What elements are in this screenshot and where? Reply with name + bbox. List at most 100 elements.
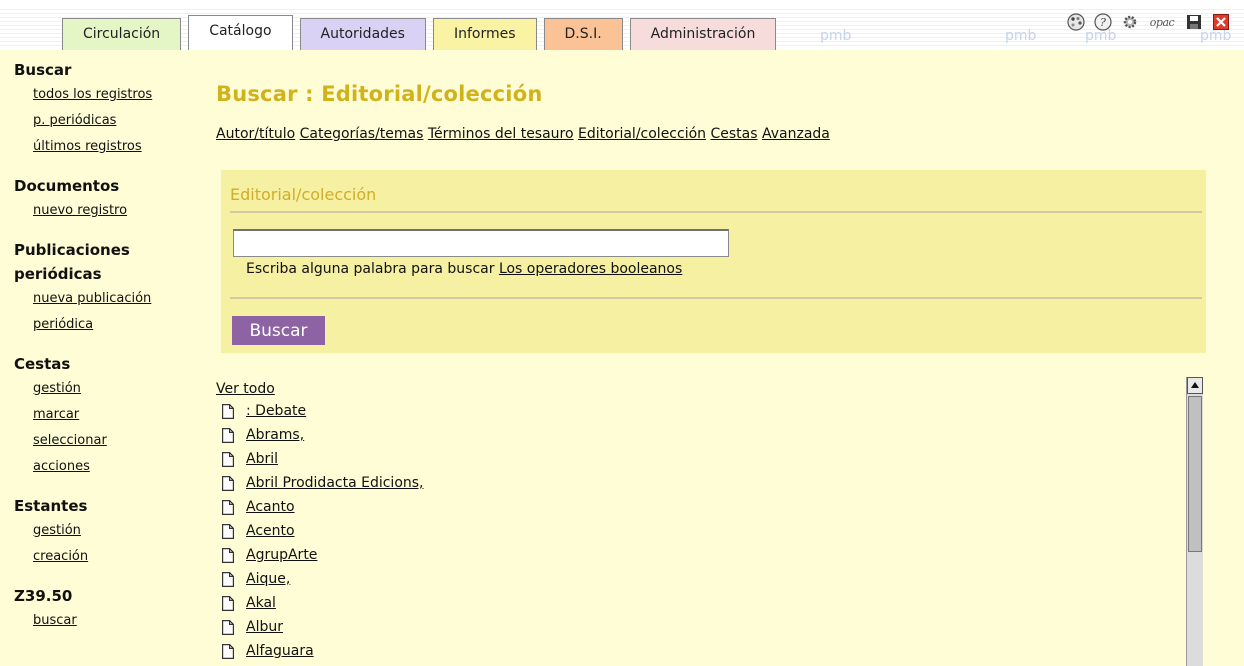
menu-item-cestas-acciones[interactable]: acciones [33,454,194,480]
menu-item-estantes-creacion[interactable]: creación [33,544,194,570]
result-link[interactable]: Abrams, [246,427,304,443]
result-item[interactable]: Abril [222,447,1176,471]
menu-heading-periodicas: periódicas [14,265,102,283]
opac-icon[interactable]: opac [1148,13,1176,31]
link-categorias-temas[interactable]: Categorías/temas [300,126,424,142]
menu-item-nueva-publicacion[interactable]: nueva publicación [33,286,194,312]
result-item[interactable]: AgrupArte [222,543,1176,567]
tab-autoridades[interactable]: Autoridades [299,18,426,50]
result-item[interactable]: : Debate [222,399,1176,423]
divider [230,297,1202,299]
link-avanzada[interactable]: Avanzada [762,126,830,142]
ver-todo-link[interactable]: Ver todo [216,378,1176,399]
document-icon [222,499,234,515]
result-link[interactable]: : Debate [246,403,306,419]
result-item[interactable]: Abrams, [222,423,1176,447]
search-type-links: Autor/título Categorías/temas Términos d… [216,126,830,142]
svg-text:?: ? [1100,16,1106,29]
result-link[interactable]: Abril Prodidacta Edicions, [246,475,424,491]
search-form-panel: Editorial/colección Escriba alguna palab… [221,170,1206,353]
result-item[interactable]: Alfaguara [222,639,1176,663]
result-link[interactable]: Abril [246,451,278,467]
toolbar-icons: ? opac [1067,12,1230,32]
document-icon [222,571,234,587]
watermark-logo: pmb [820,28,852,44]
save-icon[interactable] [1185,13,1203,31]
search-input[interactable] [233,229,729,257]
tab-informes[interactable]: Informes [432,18,537,50]
result-item[interactable]: Akal [222,591,1176,615]
document-icon [222,403,234,419]
menu-heading-z3950: Z39.50 [14,587,73,605]
document-icon [222,427,234,443]
scroll-thumb[interactable] [1188,396,1202,552]
document-icon [222,523,234,539]
boolean-operators-link[interactable]: Los operadores booleanos [499,261,682,277]
tab-administracion[interactable]: Administración [629,18,777,50]
menu-item-cestas-gestion[interactable]: gestión [33,376,194,402]
document-icon [222,475,234,491]
menu-section-estantes: Estantes gestión creación [14,494,194,570]
menu-item-ultimos-registros[interactable]: últimos registros [33,134,194,160]
menu-heading-publicaciones: Publicaciones [14,241,130,259]
result-link[interactable]: Acento [246,523,295,539]
divider [230,211,1202,213]
menu-heading-cestas: Cestas [14,355,71,373]
result-link[interactable]: Albur [246,619,283,635]
document-icon [222,451,234,467]
result-link[interactable]: Aique, [246,571,290,587]
document-icon [222,595,234,611]
menu-item-todos-registros[interactable]: todos los registros [33,82,194,108]
menu-item-cestas-marcar[interactable]: marcar [33,402,194,428]
search-button[interactable]: Buscar [232,316,325,345]
result-items: : Debate Abrams, Abril Abril Prodidacta Edi… [216,399,1176,663]
menu-section-cestas: Cestas gestión marcar seleccionar accion… [14,352,194,480]
top-navigation-bar: pmb pmb pmb pmb Circulación Catálogo Aut… [0,0,1244,50]
left-menu: Buscar todos los registros p. periódicas… [14,58,194,648]
menu-item-z3950-buscar[interactable]: buscar [33,608,194,634]
page-title: Buscar : Editorial/colección [216,82,543,106]
search-hint: Escriba alguna palabra para buscar Los o… [246,261,682,277]
help-icon[interactable]: ? [1094,13,1112,31]
menu-heading-estantes: Estantes [14,497,88,515]
tab-catalogo[interactable]: Catálogo [188,15,293,50]
result-item[interactable]: Acanto [222,495,1176,519]
menu-item-estantes-gestion[interactable]: gestión [33,518,194,544]
close-icon[interactable] [1212,13,1230,31]
menu-section-z3950: Z39.50 buscar [14,584,194,634]
search-panel-title: Editorial/colección [230,185,377,204]
menu-heading-documentos: Documentos [14,177,120,195]
document-icon [222,547,234,563]
menu-item-cestas-seleccionar[interactable]: seleccionar [33,428,194,454]
link-terminos-tesauro[interactable]: Términos del tesauro [428,126,574,142]
result-link[interactable]: Akal [246,595,276,611]
settings-icon[interactable] [1121,13,1139,31]
results-list: Ver todo : Debate Abrams, Abril Abril Prodi… [216,378,1176,663]
scroll-up-arrow[interactable] [1187,377,1203,394]
results-scrollbar[interactable] [1186,377,1203,666]
result-link[interactable]: Acanto [246,499,295,515]
search-hint-text: Escriba alguna palabra para buscar [246,261,495,277]
menu-item-periodica[interactable]: periódica [33,312,194,338]
result-item[interactable]: Albur [222,615,1176,639]
link-editorial-coleccion[interactable]: Editorial/colección [578,126,706,142]
document-icon [222,619,234,635]
link-autor-titulo[interactable]: Autor/título [216,126,295,142]
tab-circulacion[interactable]: Circulación [62,18,182,50]
watermark-logo: pmb [1005,28,1037,44]
tab-dsi[interactable]: D.S.I. [543,18,623,50]
document-icon [222,643,234,659]
menu-item-nuevo-registro[interactable]: nuevo registro [33,198,194,224]
palette-icon[interactable] [1067,13,1085,31]
menu-heading-buscar: Buscar [14,61,72,79]
result-link[interactable]: Alfaguara [246,643,314,659]
menu-item-publicaciones-periodicas[interactable]: p. periódicas [33,108,194,134]
result-link[interactable]: AgrupArte [246,547,317,563]
module-tabs: Circulación Catálogo Autoridades Informe… [62,15,777,50]
link-cestas[interactable]: Cestas [710,126,757,142]
result-item[interactable]: Aique, [222,567,1176,591]
menu-section-buscar: Buscar todos los registros p. periódicas… [14,58,194,160]
result-item[interactable]: Abril Prodidacta Edicions, [222,471,1176,495]
result-item[interactable]: Acento [222,519,1176,543]
menu-section-publicaciones: Publicaciones periódicas nueva publicaci… [14,238,194,338]
